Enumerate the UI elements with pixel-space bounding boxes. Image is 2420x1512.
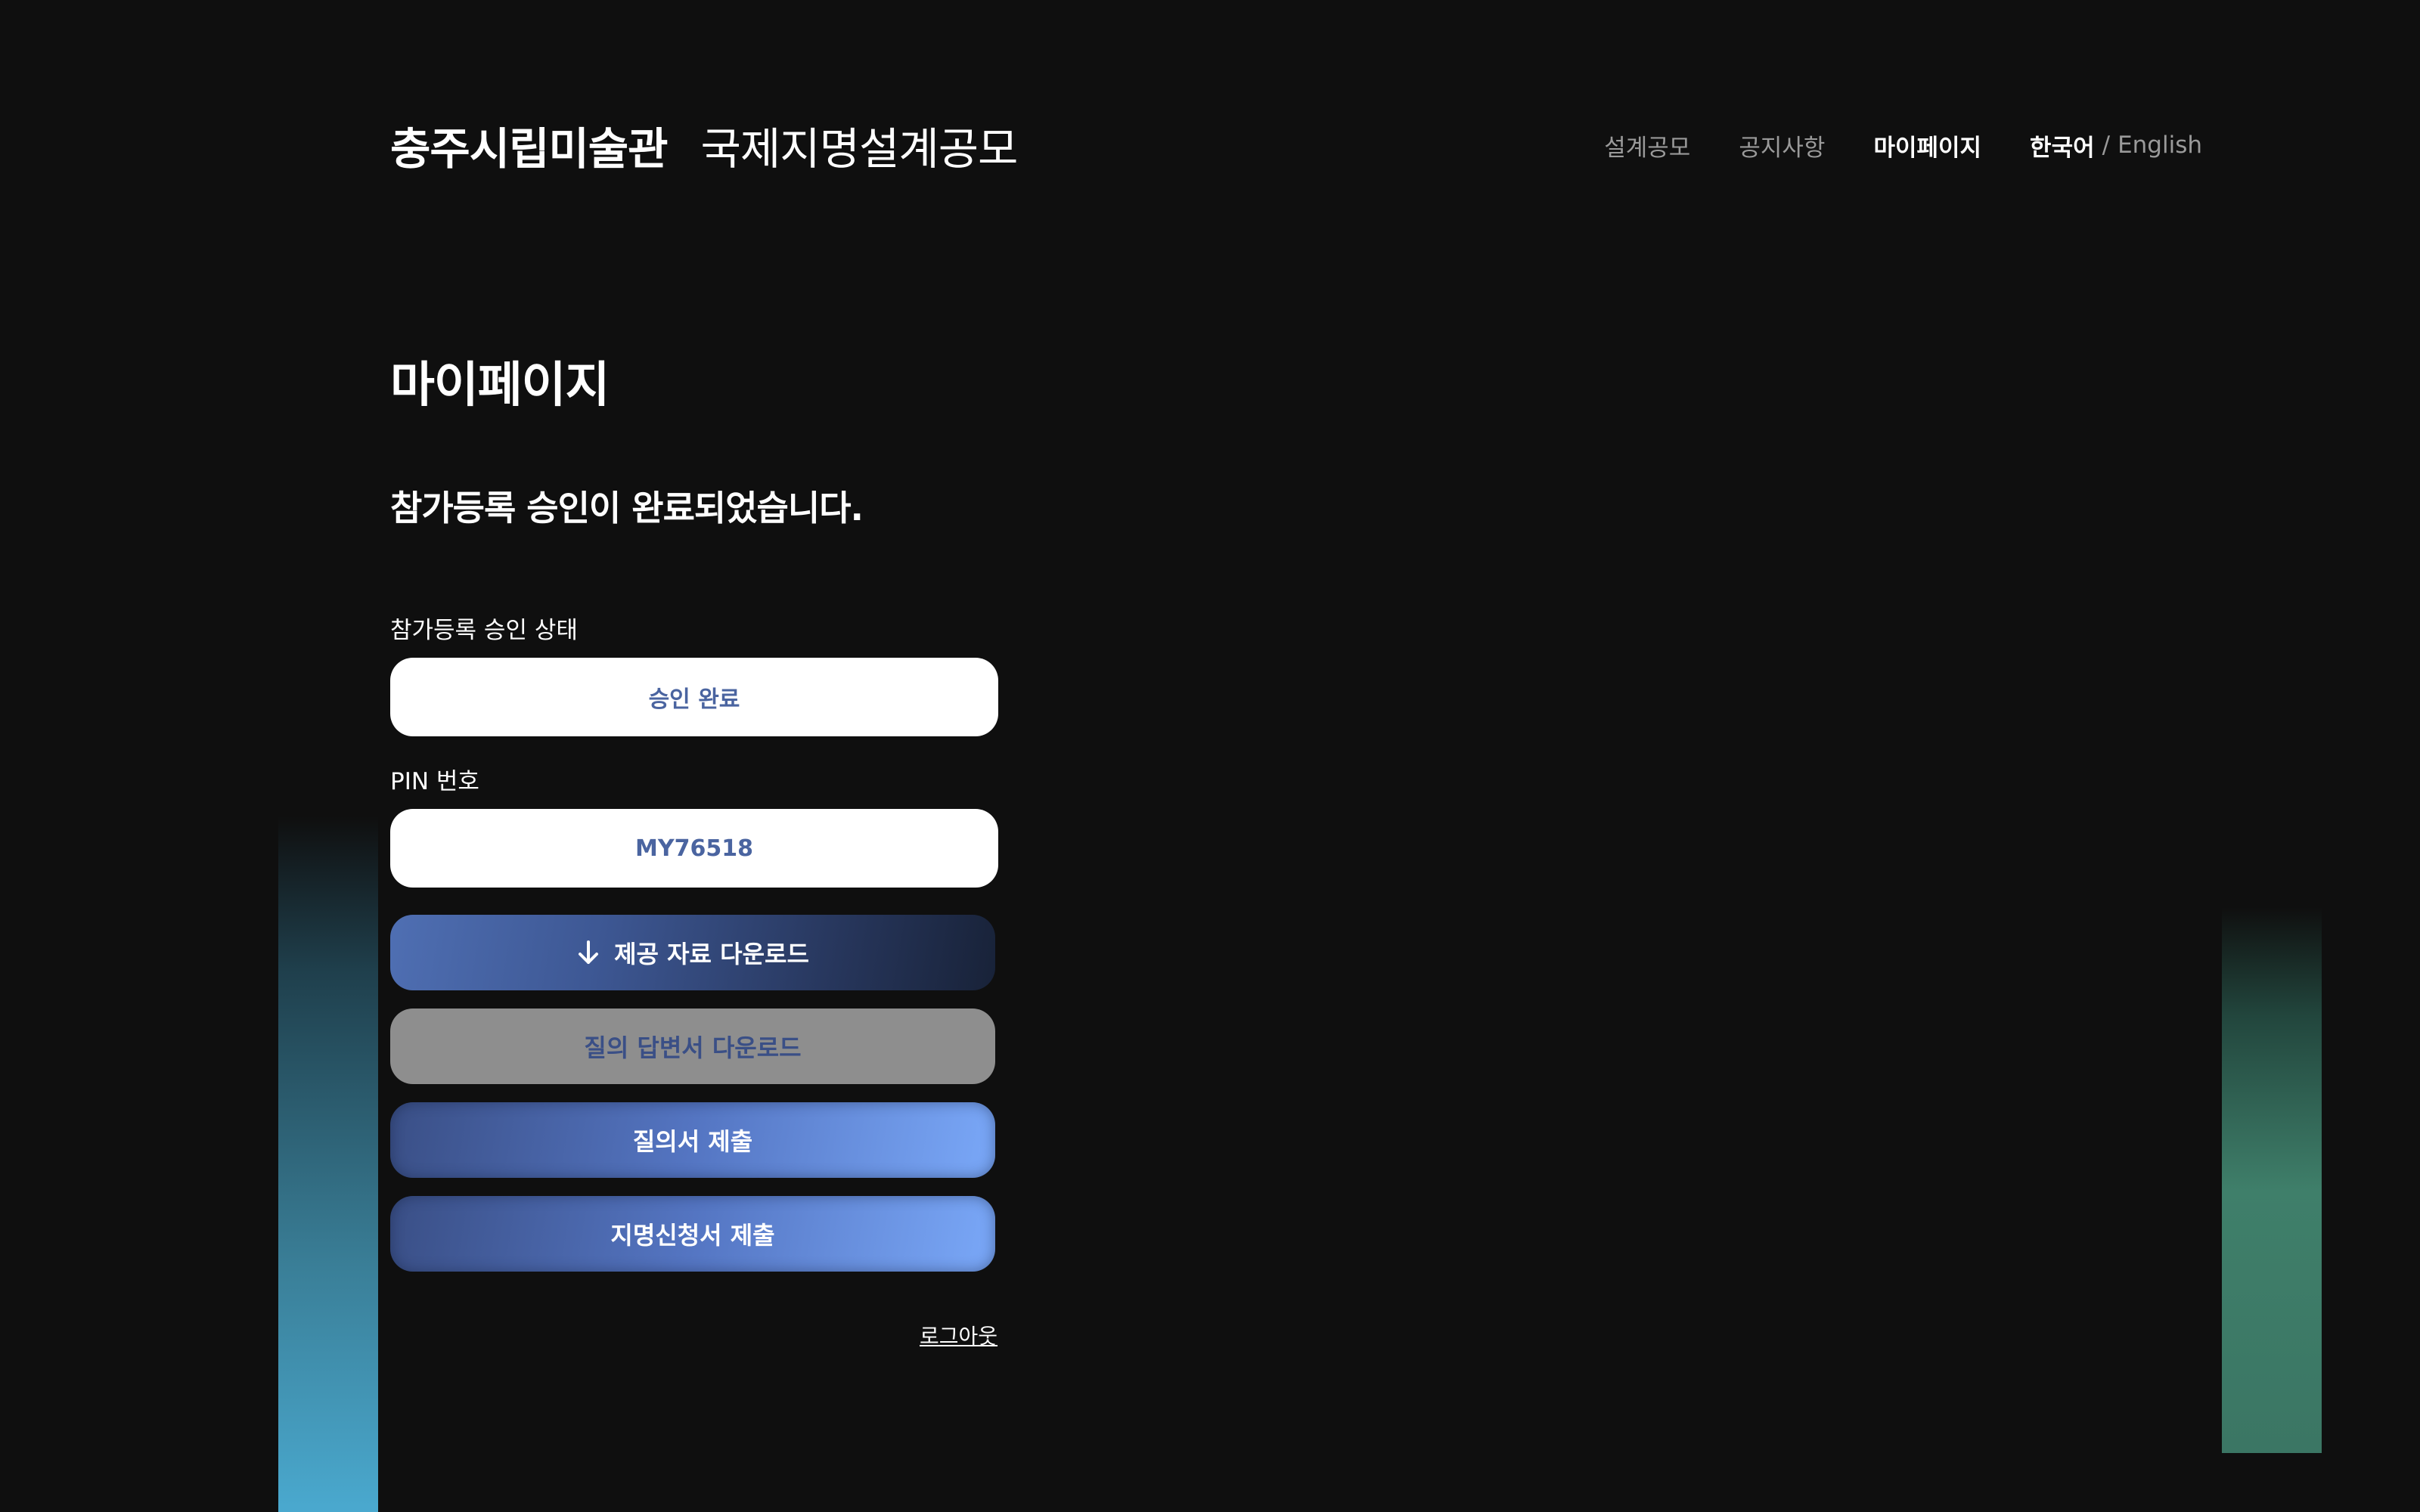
site-header: 충주시립미술관 국제지명설계공모 설계공모 공지사항 마이페이지 한국어 / E…: [390, 113, 2202, 177]
language-switcher: 한국어 / English: [2030, 129, 2202, 163]
pin-value: MY76518: [635, 835, 753, 862]
download-answers-button[interactable]: 질의 답변서 다운로드: [390, 1009, 995, 1084]
arrow-down-icon: [576, 940, 600, 965]
decorative-gradient-bar-left: [278, 816, 378, 1512]
approval-status-field: 승인 완료: [390, 658, 998, 736]
lang-english[interactable]: English: [2118, 132, 2202, 159]
approval-status-label: 참가등록 승인 상태: [390, 617, 578, 644]
main-nav: 설계공모 공지사항 마이페이지 한국어 / English: [1604, 129, 2202, 163]
nav-item-mypage[interactable]: 마이페이지: [1873, 129, 1981, 163]
approval-status-value: 승인 완료: [648, 686, 740, 713]
nav-item-notices[interactable]: 공지사항: [1739, 129, 1825, 163]
decorative-gradient-bar-right: [2222, 907, 2322, 1453]
submit-application-button[interactable]: 지명신청서 제출: [390, 1196, 995, 1272]
submit-question-label: 질의서 제출: [632, 1127, 753, 1156]
brand-main-title: 충주시립미술관: [390, 123, 669, 175]
brand-sub-title: 국제지명설계공모: [700, 123, 1019, 175]
pin-label: PIN 번호: [390, 768, 479, 795]
download-answers-label: 질의 답변서 다운로드: [584, 1033, 802, 1062]
status-message: 참가등록 승인이 완료되었습니다.: [390, 488, 864, 528]
lang-korean[interactable]: 한국어: [2030, 129, 2095, 163]
download-materials-label: 제공 자료 다운로드: [614, 940, 809, 968]
page-title: 마이페이지: [390, 358, 610, 414]
lang-separator: /: [2102, 132, 2111, 159]
nav-item-competition[interactable]: 설계공모: [1604, 129, 1690, 163]
logout-link[interactable]: 로그아웃: [920, 1320, 997, 1350]
page: 충주시립미술관 국제지명설계공모 설계공모 공지사항 마이페이지 한국어 / E…: [0, 0, 2420, 1512]
pin-field: MY76518: [390, 809, 998, 888]
download-materials-button[interactable]: 제공 자료 다운로드: [390, 915, 995, 990]
submit-question-button[interactable]: 질의서 제출: [390, 1102, 995, 1178]
submit-application-label: 지명신청서 제출: [610, 1221, 775, 1250]
brand[interactable]: 충주시립미술관 국제지명설계공모: [390, 113, 1019, 177]
